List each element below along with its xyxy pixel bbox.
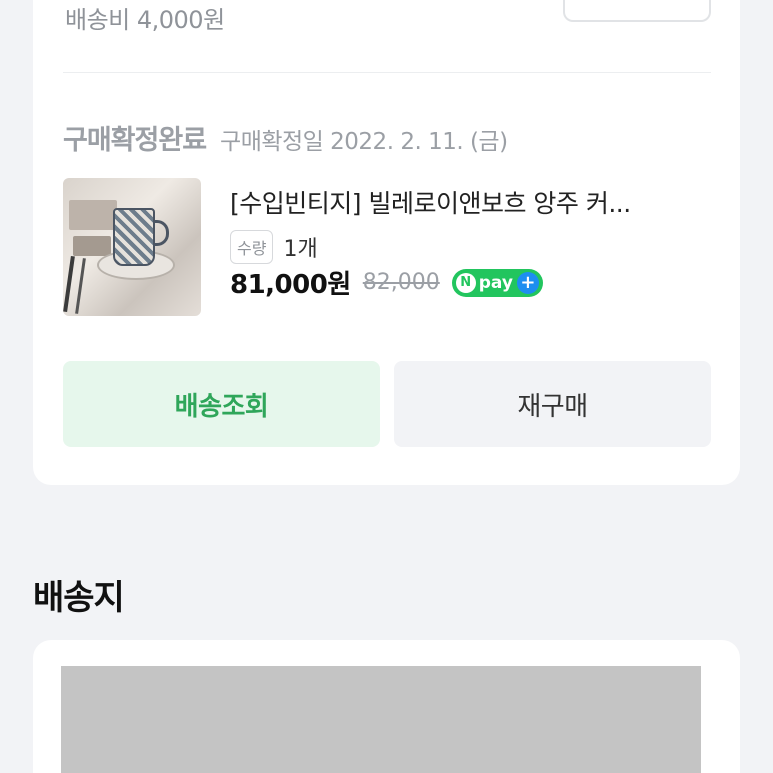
thumb-cup-handle-shape	[153, 220, 169, 246]
confirm-date: 구매확정일 2022. 2. 11. (금)	[220, 129, 508, 155]
address-redacted-block	[61, 666, 701, 773]
quantity-value: 1개	[283, 237, 318, 262]
quantity-badge: 수량	[230, 230, 274, 264]
divider	[63, 72, 711, 73]
order-detail-page: 배송비 4,000원 구매확정완료 구매확정일 2022. 2. 11. (금)…	[0, 0, 773, 773]
rebuy-button[interactable]: 재구매	[394, 361, 711, 447]
thumb-cup-shape	[113, 208, 155, 266]
thumb-box-shape	[69, 200, 117, 230]
plus-icon: +	[516, 271, 539, 294]
thumb-box-shape	[73, 236, 111, 256]
price-row: 81,000원 82,000 N pay +	[230, 264, 543, 301]
top-right-button[interactable]	[563, 0, 711, 22]
sale-price: 81,000원	[230, 270, 351, 300]
quantity-row: 수량 1개	[230, 230, 318, 264]
track-delivery-button[interactable]: 배송조회	[63, 361, 380, 447]
npay-text: pay	[478, 272, 513, 293]
shipping-section-title: 배송지	[33, 578, 125, 618]
npay-n-icon: N	[455, 272, 476, 293]
order-status-label: 구매확정완료	[63, 125, 207, 156]
address-card	[33, 640, 740, 773]
order-card: 배송비 4,000원 구매확정완료 구매확정일 2022. 2. 11. (금)…	[33, 0, 740, 485]
npay-plus-badge: N pay +	[451, 268, 543, 297]
order-status-row: 구매확정완료 구매확정일 2022. 2. 11. (금)	[63, 118, 508, 157]
original-price: 82,000	[362, 270, 440, 295]
thumb-knife-shape	[75, 258, 86, 314]
product-name[interactable]: [수입빈티지] 빌레로이앤보흐 앙주 커...	[230, 184, 710, 220]
thumb-fork-shape	[63, 255, 75, 313]
product-thumbnail[interactable]	[63, 178, 201, 316]
shipping-fee: 배송비 4,000원	[65, 6, 225, 34]
